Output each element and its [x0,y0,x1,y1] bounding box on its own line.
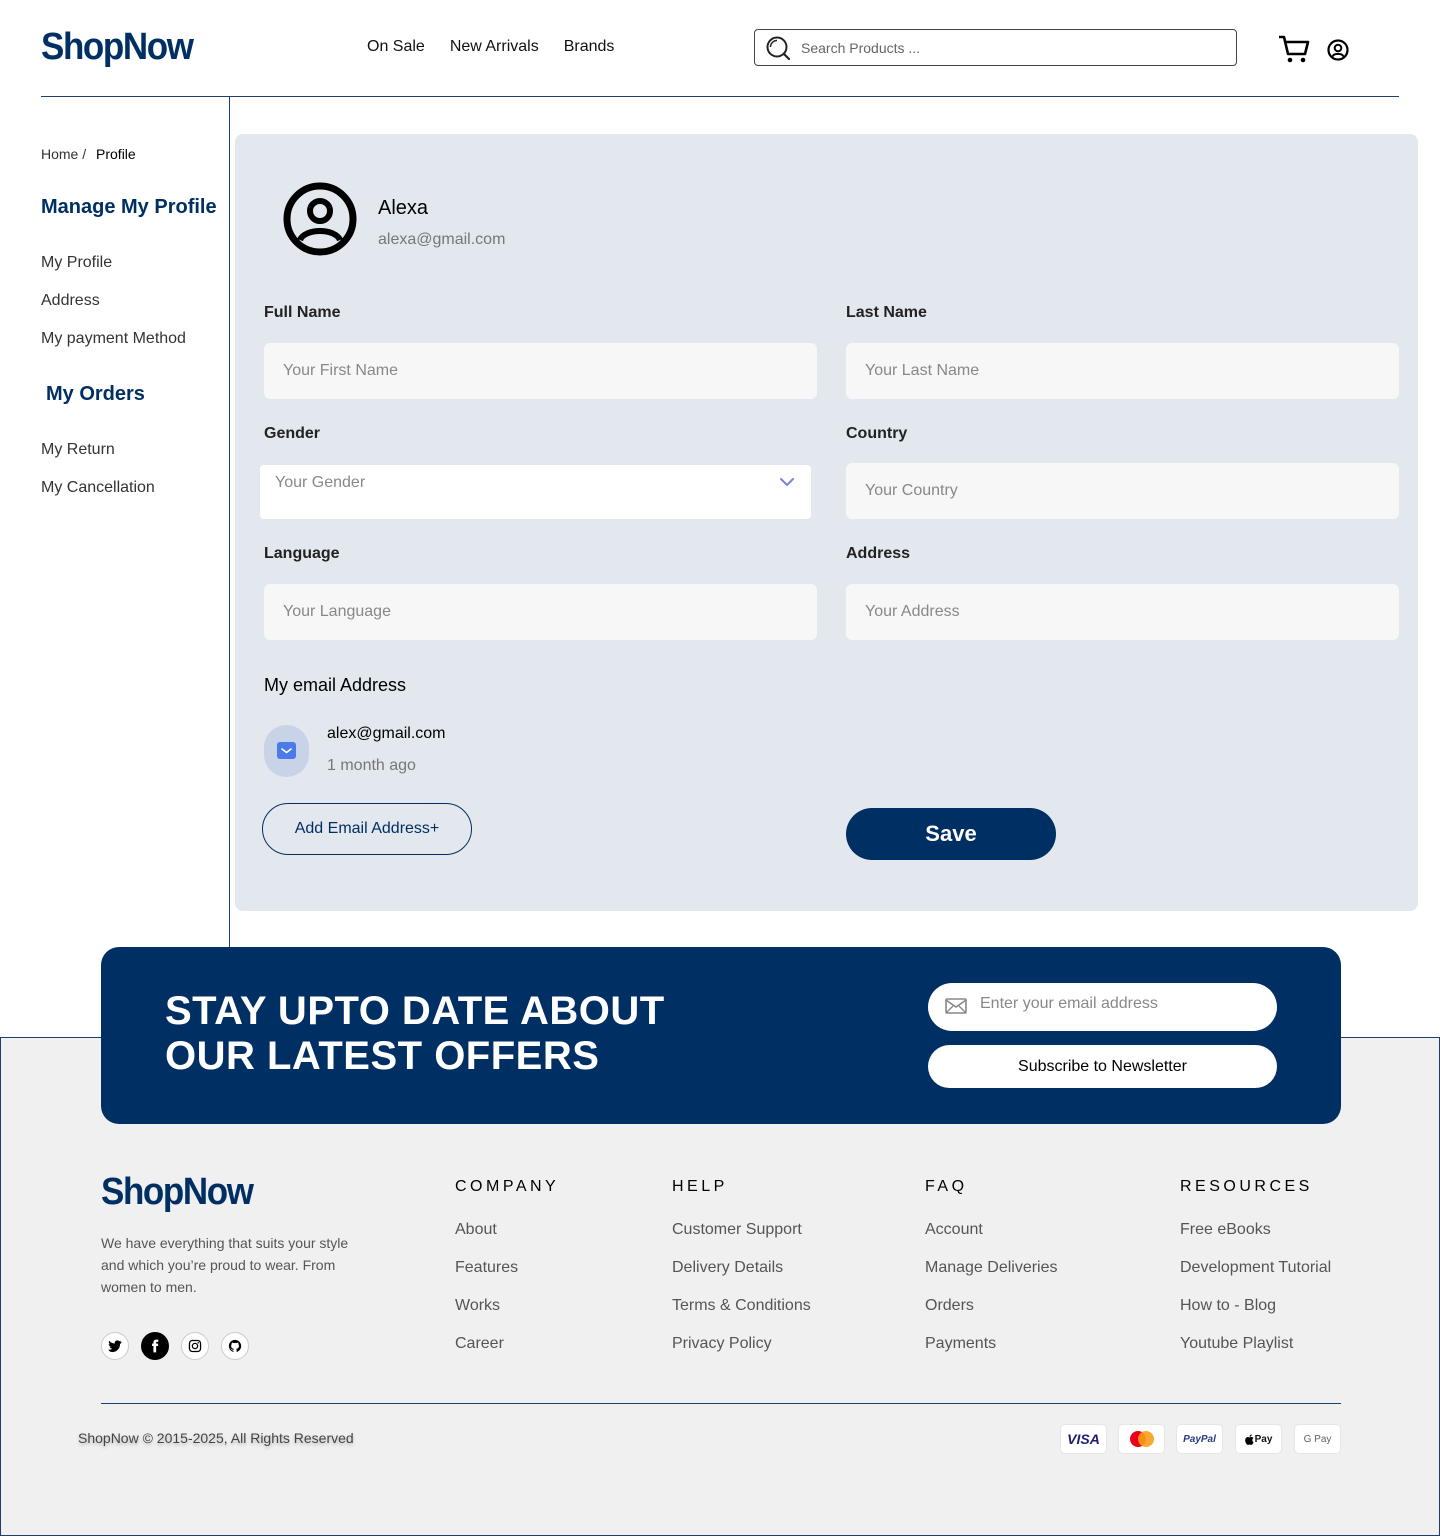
language-label: Language [264,545,340,562]
footer-link[interactable]: Manage Deliveries [925,1259,1058,1277]
sidebar-item-my-return[interactable]: My Return [41,441,115,459]
country-input[interactable] [846,463,1399,519]
visa-badge: VISA [1060,1424,1107,1454]
my-orders-heading: My Orders [46,383,145,405]
footer-link[interactable]: How to - Blog [1180,1297,1276,1315]
profile-email: alexa@gmail.com [378,231,506,248]
subscribe-button[interactable]: Subscribe to Newsletter [928,1045,1277,1088]
footer-link[interactable]: Account [925,1221,983,1239]
email-address: alex@gmail.com [327,725,446,742]
chevron-down-icon [780,478,794,487]
profile-name: Alexa [378,197,429,219]
footer-description: We have everything that suits your style… [101,1235,349,1295]
avatar-icon [283,182,357,256]
nav-on-sale[interactable]: On Sale [367,38,425,56]
email-added-time: 1 month ago [327,757,416,774]
profile-panel: Alexa alexa@gmail.com Full Name Last Nam… [235,134,1418,911]
footer-link[interactable]: Customer Support [672,1221,802,1239]
sidebar-divider [229,97,230,947]
search-input[interactable] [801,39,1201,56]
footer-link[interactable]: Orders [925,1297,974,1315]
country-label: Country [846,425,908,442]
address-input[interactable] [846,584,1399,640]
first-name-input[interactable] [264,343,817,399]
google-pay-badge: G Pay [1294,1424,1341,1454]
language-input[interactable] [264,584,817,640]
nav-brands[interactable]: Brands [564,38,615,56]
footer-link[interactable]: Career [455,1335,504,1353]
mastercard-icon [1118,1424,1165,1454]
sidebar-item-my-profile[interactable]: My Profile [41,254,112,272]
footer-link[interactable]: Delivery Details [672,1259,783,1277]
newsletter-title: STAY UPTO DATE ABOUT OUR LATEST OFFERS [165,989,665,1078]
newsletter-email-input[interactable] [980,995,1260,1013]
twitter-icon[interactable] [101,1332,129,1360]
search-icon[interactable] [765,35,791,61]
newsletter-banner: STAY UPTO DATE ABOUT OUR LATEST OFFERS S… [101,947,1341,1124]
last-name-label: Last Name [846,304,927,321]
footer-link[interactable]: Works [455,1297,500,1315]
envelope-icon [945,998,967,1014]
footer-link[interactable]: Privacy Policy [672,1335,772,1353]
footer-logo[interactable]: ShopNow [101,1171,254,1214]
breadcrumb-home[interactable]: Home / [41,146,86,162]
footer-link[interactable]: Features [455,1259,518,1277]
email-badge [264,725,309,777]
last-name-input[interactable] [846,343,1399,399]
manage-profile-heading: Manage My Profile [41,196,217,218]
footer-col-company-title: COMPANY [455,1178,560,1195]
footer-col-resources-title: RESOURCES [1180,1178,1313,1195]
apple-icon [1244,1433,1254,1445]
paypal-badge: PayPal [1176,1424,1223,1454]
header: ShopNow On Sale New Arrivals Brands [0,0,1440,97]
footer-col-help-title: HELP [672,1178,728,1195]
gender-select[interactable]: Your Gender [260,465,811,519]
footer-link[interactable]: Free eBooks [1180,1221,1271,1239]
facebook-icon[interactable] [141,1332,169,1360]
copyright-text: ShopNow © 2015-2025, All Rights Reserved [78,1430,354,1446]
footer-link[interactable]: About [455,1221,497,1239]
footer-link[interactable]: Youtube Playlist [1180,1335,1293,1353]
apple-pay-label: Pay [1254,1433,1273,1445]
gender-select-value: Your Gender [275,474,366,491]
instagram-icon[interactable] [181,1332,209,1360]
cart-icon[interactable] [1278,34,1310,64]
footer-divider [101,1403,1341,1404]
email-section-title: My email Address [264,675,407,695]
gender-label: Gender [264,425,321,442]
full-name-label: Full Name [264,304,341,321]
main-nav: On Sale New Arrivals Brands [367,38,614,56]
footer-link[interactable]: Development Tutorial [1180,1259,1331,1277]
sidebar-item-address[interactable]: Address [41,292,100,310]
footer-col-faq-title: FAQ [925,1178,968,1195]
header-divider [41,96,1399,97]
user-icon[interactable] [1327,39,1349,61]
footer-link[interactable]: Terms & Conditions [672,1297,811,1315]
apple-pay-badge: Pay [1235,1424,1282,1454]
nav-new-arrivals[interactable]: New Arrivals [450,38,539,56]
search-bar [754,29,1237,66]
save-button[interactable]: Save [846,808,1056,860]
breadcrumb-current: Profile [96,146,136,162]
address-label: Address [846,545,911,562]
footer-link[interactable]: Payments [925,1335,996,1353]
mail-icon [277,742,296,759]
newsletter-email-field [928,983,1277,1031]
sidebar-item-my-cancellation[interactable]: My Cancellation [41,479,155,497]
shopnow-logo[interactable]: ShopNow [41,26,194,69]
sidebar-item-payment-method[interactable]: My payment Method [41,330,186,348]
github-icon[interactable] [221,1332,249,1360]
add-email-button[interactable]: Add Email Address+ [262,803,472,855]
breadcrumb: Home / Profile [41,146,136,162]
